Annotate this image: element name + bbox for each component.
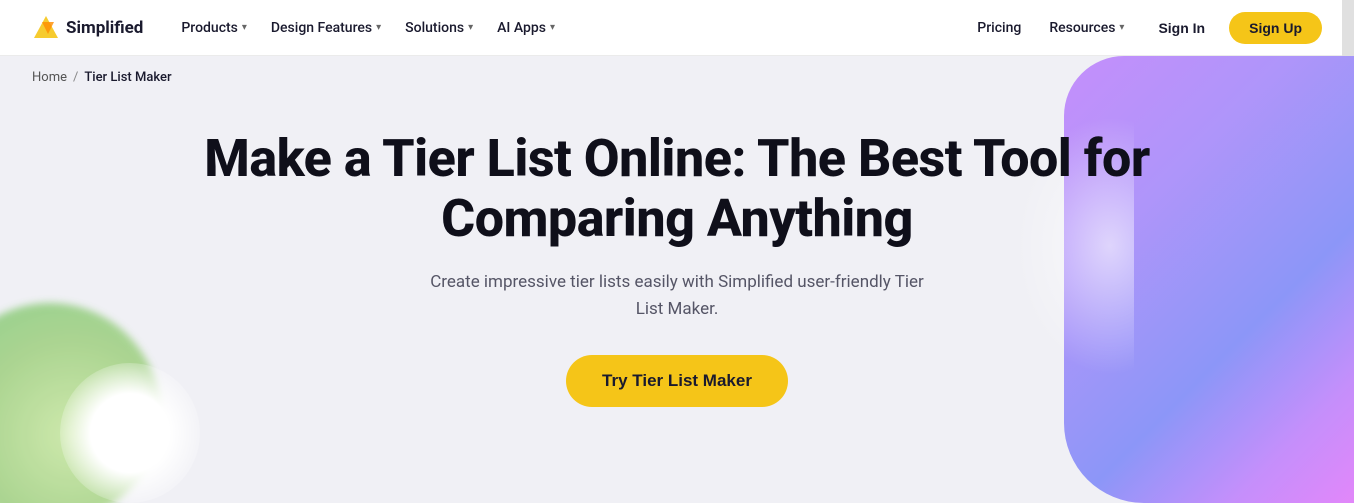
nav-item-design-features[interactable]: Design Features ▾ — [261, 14, 391, 42]
hero-subtitle: Create impressive tier lists easily with… — [427, 269, 927, 323]
nav-item-solutions[interactable]: Solutions ▾ — [395, 14, 483, 42]
chevron-down-icon: ▾ — [242, 22, 247, 33]
logo-link[interactable]: Simplified — [32, 14, 143, 42]
hero-section: Make a Tier List Online: The Best Tool f… — [0, 99, 1354, 407]
nav-item-pricing[interactable]: Pricing — [967, 14, 1031, 42]
sign-up-button[interactable]: Sign Up — [1229, 12, 1322, 44]
nav-item-ai-apps[interactable]: AI Apps ▾ — [487, 14, 565, 42]
breadcrumb: Home / Tier List Maker — [0, 56, 1354, 99]
breadcrumb-separator: / — [73, 70, 78, 85]
logo-text: Simplified — [66, 18, 143, 38]
logo-icon — [32, 14, 60, 42]
chevron-down-icon: ▾ — [376, 22, 381, 33]
scrollbar[interactable] — [1342, 0, 1354, 56]
cta-button[interactable]: Try Tier List Maker — [566, 355, 788, 407]
chevron-down-icon: ▾ — [468, 22, 473, 33]
hero-title: Make a Tier List Online: The Best Tool f… — [200, 129, 1154, 249]
navbar: Simplified Products ▾ Design Features ▾ … — [0, 0, 1354, 56]
chevron-down-icon: ▾ — [1119, 22, 1124, 33]
main-content: Home / Tier List Maker Make a Tier List … — [0, 56, 1354, 503]
breadcrumb-current: Tier List Maker — [84, 70, 171, 85]
nav-item-resources[interactable]: Resources ▾ — [1039, 14, 1134, 42]
nav-item-products[interactable]: Products ▾ — [171, 14, 257, 42]
nav-right: Pricing Resources ▾ Sign In Sign Up — [967, 12, 1322, 44]
chevron-down-icon: ▾ — [550, 22, 555, 33]
sign-in-button[interactable]: Sign In — [1142, 13, 1221, 43]
breadcrumb-home[interactable]: Home — [32, 70, 67, 85]
nav-left: Products ▾ Design Features ▾ Solutions ▾… — [171, 14, 967, 42]
